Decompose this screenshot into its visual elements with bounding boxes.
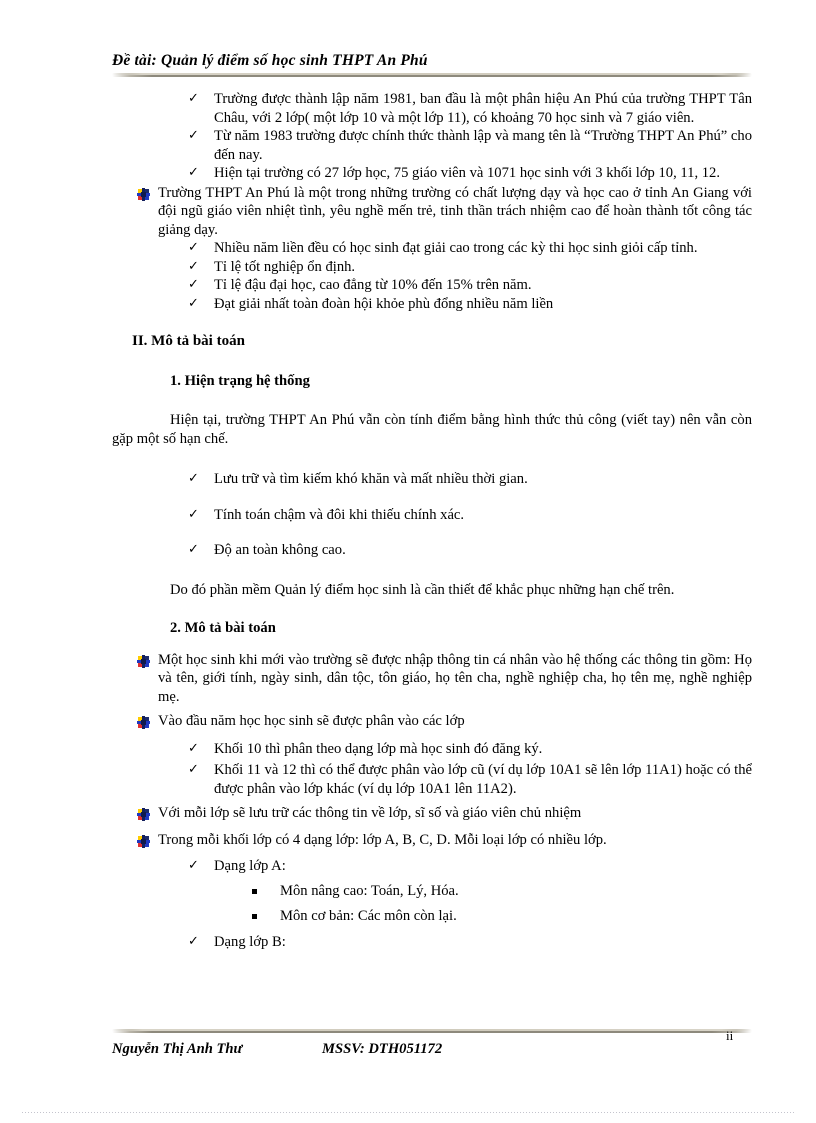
check-icon: ✓ [188,858,199,873]
list-item: ✓ Nhiều năm liền đều có học sinh đạt giả… [188,239,752,258]
list-item-text: Tính toán chậm và đôi khi thiếu chính xá… [214,506,465,523]
check-icon: ✓ [188,258,199,274]
check-icon: ✓ [188,91,199,106]
header-title: Đề tài: Quản lý điểm số học sinh THPT An… [112,52,428,69]
pinwheel-bullet-icon [137,712,158,734]
list-item: ✓ Tính toán chậm và đôi khi thiếu chính … [188,506,752,525]
list-item-text: Trong mỗi khối lớp có 4 dạng lớp: lớp A,… [158,831,607,848]
pinwheel-bullet-icon [137,651,158,673]
list-item-text: Lưu trữ và tìm kiếm khó khăn và mất nhiề… [214,471,528,487]
check-icon: ✓ [188,128,199,143]
subsection-1-closing: Do đó phần mềm Quản lý điểm học sinh là … [170,581,675,598]
list-item-text: Một học sinh khi mới vào trường sẽ được … [158,651,752,705]
square-bullet-icon [252,882,280,902]
list-item-text: Dạng lớp B: [214,933,286,950]
check-icon: ✓ [188,165,199,180]
list-item-text: Tỉ lệ tốt nghiệp ổn định. [214,258,356,275]
pinwheel-bullet-icon [137,184,158,206]
list-item: Một học sinh khi mới vào trường sẽ được … [137,651,752,707]
list-item: ✓ Dạng lớp B: [188,933,752,952]
list-item-text: Nhiều năm liền đều có học sinh đạt giải … [214,240,698,256]
check-icon: ✓ [188,542,199,557]
list-item: ✓ Lưu trữ và tìm kiếm khó khăn và mất nh… [188,470,752,489]
bottom-divider [22,1112,794,1113]
footer-text: Nguyễn Thị Anh Thư MSSV: DTH051172 [112,1041,752,1058]
page-number: ii [726,1028,734,1043]
list-item: ✓ Đạt giải nhất toàn đoàn hội khỏe phù đ… [188,295,752,314]
check-icon: ✓ [188,471,199,486]
list-item: Vào đầu năm học học sinh sẽ được phân và… [137,712,752,734]
document-body: ✓ Trường được thành lập năm 1981, ban đầ… [112,90,752,951]
section-heading-2: II. Mô tả bài toán [132,333,245,349]
list-item-text: Tỉ lệ đậu đại học, cao đẳng từ 10% đến 1… [214,277,532,293]
list-item: ✓ Khối 11 và 12 thì có thể được phân vào… [188,761,752,798]
header-rule [112,73,752,77]
square-bullet-icon [252,907,280,927]
footer-rule [112,1029,752,1033]
list-item: ✓ Từ năm 1983 trường được chính thức thà… [188,127,752,164]
list-item: Với mỗi lớp sẽ lưu trữ các thông tin về … [137,804,752,826]
list-item: Môn nâng cao: Toán, Lý, Hóa. [252,882,752,902]
check-icon: ✓ [188,762,199,777]
list-item-text: Vào đầu năm học học sinh sẽ được phân và… [158,713,465,729]
list-item-text: Khối 11 và 12 thì có thể được phân vào l… [214,762,752,797]
list-item-text: Đạt giải nhất toàn đoàn hội khỏe phù đổn… [214,295,554,312]
pinwheel-bullet-icon [137,831,158,853]
list-item-text: Độ an toàn không cao. [214,542,346,558]
list-item: Trong mỗi khối lớp có 4 dạng lớp: lớp A,… [137,831,752,853]
list-item-text: Trường THPT An Phú là một trong những tr… [158,184,752,238]
list-item: ✓ Khối 10 thì phân theo dạng lớp mà học … [188,740,752,759]
list-item: Môn cơ bản: Các môn còn lại. [252,907,752,927]
check-icon: ✓ [188,240,199,255]
document-page: Đề tài: Quản lý điểm số học sinh THPT An… [0,0,816,1123]
subsection-1-paragraph: Hiện tại, trường THPT An Phú vẫn còn tín… [112,412,752,447]
list-item: ✓ Dạng lớp A: [188,857,752,876]
footer-author: Nguyễn Thị Anh Thư [112,1041,243,1057]
check-icon: ✓ [188,740,199,756]
list-item: ✓ Hiện tại trường có 27 lớp học, 75 giáo… [188,164,752,183]
list-item-text: Trường được thành lập năm 1981, ban đầu … [214,91,752,126]
page-header: Đề tài: Quản lý điểm số học sinh THPT An… [112,52,752,77]
check-icon: ✓ [188,295,199,311]
list-item-text: Khối 10 thì phân theo dạng lớp mà học si… [214,740,543,757]
page-footer: Nguyễn Thị Anh Thư MSSV: DTH051172 [112,1029,752,1058]
list-item-text: Từ năm 1983 trường được chính thức thành… [214,128,752,163]
pinwheel-bullet-icon [137,804,158,826]
check-icon: ✓ [188,277,199,292]
list-item-text: Môn nâng cao: Toán, Lý, Hóa. [280,882,459,899]
list-item-text: Dạng lớp A: [214,858,286,874]
check-icon: ✓ [188,933,199,949]
list-item: ✓ Tỉ lệ đậu đại học, cao đẳng từ 10% đến… [188,276,752,295]
list-item-text: Với mỗi lớp sẽ lưu trữ các thông tin về … [158,805,582,821]
footer-student-id: MSSV: DTH051172 [322,1041,443,1057]
check-icon: ✓ [188,506,199,522]
list-item-text: Hiện tại trường có 27 lớp học, 75 giáo v… [214,165,720,181]
subsection-heading-2: 2. Mô tả bài toán [170,620,276,636]
list-item: Trường THPT An Phú là một trong những tr… [137,184,752,240]
list-item: ✓ Trường được thành lập năm 1981, ban đầ… [188,90,752,127]
list-item-text: Môn cơ bản: Các môn còn lại. [280,908,457,924]
list-item: ✓ Độ an toàn không cao. [188,541,752,560]
list-item: ✓ Tỉ lệ tốt nghiệp ổn định. [188,258,752,277]
subsection-heading-1: 1. Hiện trạng hệ thống [170,372,310,389]
